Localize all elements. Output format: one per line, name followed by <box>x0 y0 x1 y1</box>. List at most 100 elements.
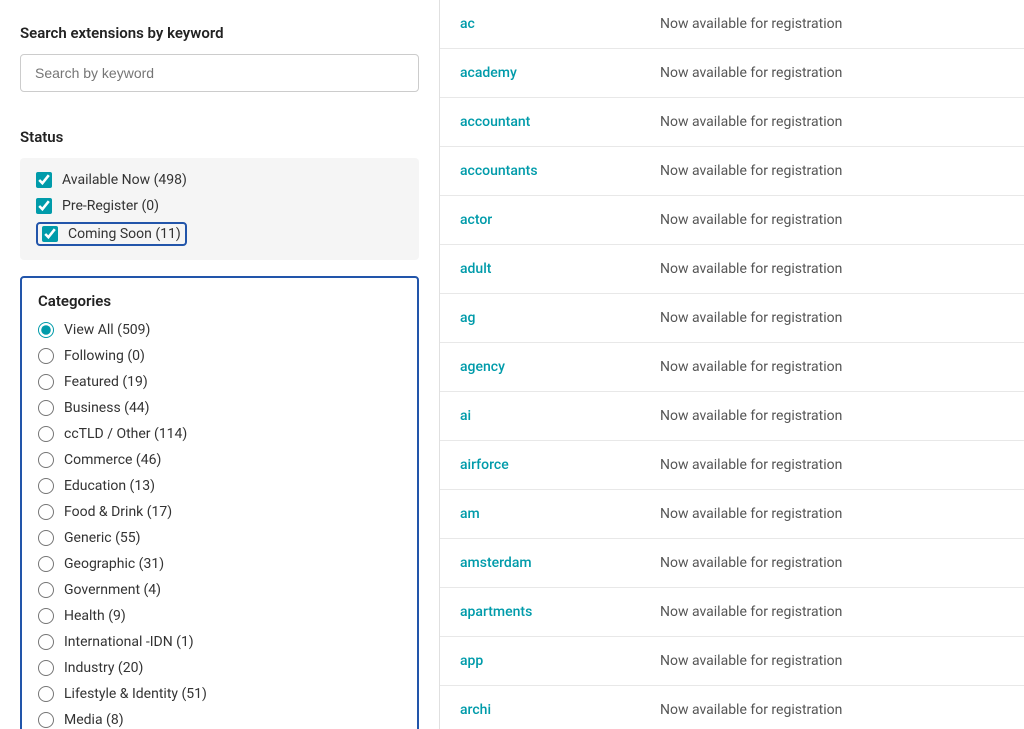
domain-status: Now available for registration <box>660 702 842 718</box>
radio-generic[interactable]: Generic (55) <box>38 530 401 546</box>
checkbox-available-now-input[interactable] <box>36 172 52 188</box>
radio-commerce-input[interactable] <box>38 452 54 468</box>
checkbox-available-now-label: Available Now (498) <box>62 172 187 188</box>
domain-link[interactable]: airforce <box>460 457 509 473</box>
table-row: airforce Now available for registration <box>440 441 1024 490</box>
radio-business-input[interactable] <box>38 400 54 416</box>
radio-view-all[interactable]: View All (509) <box>38 322 401 338</box>
domain-status: Now available for registration <box>660 16 842 32</box>
domain-link[interactable]: ag <box>460 310 475 326</box>
domain-status: Now available for registration <box>660 359 842 375</box>
domain-status: Now available for registration <box>660 261 842 277</box>
table-row: agency Now available for registration <box>440 343 1024 392</box>
checkbox-coming-soon-label: Coming Soon (11) <box>68 226 181 242</box>
domain-link[interactable]: actor <box>460 212 492 228</box>
domain-link[interactable]: ac <box>460 16 475 32</box>
table-row: amsterdam Now available for registration <box>440 539 1024 588</box>
radio-food-drink-input[interactable] <box>38 504 54 520</box>
domain-link[interactable]: academy <box>460 65 517 81</box>
radio-featured-label: Featured (19) <box>64 374 148 390</box>
domain-link[interactable]: adult <box>460 261 491 277</box>
domain-status: Now available for registration <box>660 408 842 424</box>
radio-commerce-label: Commerce (46) <box>64 452 161 468</box>
radio-food-drink[interactable]: Food & Drink (17) <box>38 504 401 520</box>
search-input[interactable] <box>20 54 419 92</box>
checkbox-coming-soon[interactable]: Coming Soon (11) <box>36 224 403 246</box>
domain-status: Now available for registration <box>660 65 842 81</box>
domain-link[interactable]: app <box>460 653 483 669</box>
table-row: app Now available for registration <box>440 637 1024 686</box>
radio-view-all-input[interactable] <box>38 322 54 338</box>
radio-government[interactable]: Government (4) <box>38 582 401 598</box>
domain-status: Now available for registration <box>660 653 842 669</box>
radio-geographic[interactable]: Geographic (31) <box>38 556 401 572</box>
radio-health[interactable]: Health (9) <box>38 608 401 624</box>
table-row: accountants Now available for registrati… <box>440 147 1024 196</box>
right-panel: ac Now available for registration academ… <box>440 0 1024 729</box>
domain-table: ac Now available for registration academ… <box>440 0 1024 729</box>
categories-section: Categories View All (509) Following (0) … <box>20 276 419 729</box>
radio-health-input[interactable] <box>38 608 54 624</box>
search-section: Search extensions by keyword <box>20 24 419 112</box>
radio-government-label: Government (4) <box>64 582 161 598</box>
domain-status: Now available for registration <box>660 604 842 620</box>
search-section-title: Search extensions by keyword <box>20 24 419 42</box>
radio-international[interactable]: International -IDN (1) <box>38 634 401 650</box>
table-row: ac Now available for registration <box>440 0 1024 49</box>
radio-media[interactable]: Media (8) <box>38 712 401 728</box>
radio-featured[interactable]: Featured (19) <box>38 374 401 390</box>
domain-status: Now available for registration <box>660 506 842 522</box>
domain-status: Now available for registration <box>660 212 842 228</box>
checkbox-available-now[interactable]: Available Now (498) <box>36 172 403 188</box>
radio-cctld[interactable]: ccTLD / Other (114) <box>38 426 401 442</box>
domain-link[interactable]: agency <box>460 359 505 375</box>
radio-featured-input[interactable] <box>38 374 54 390</box>
radio-following[interactable]: Following (0) <box>38 348 401 364</box>
domain-link[interactable]: ai <box>460 408 471 424</box>
domain-link[interactable]: accountant <box>460 114 530 130</box>
coming-soon-wrapper: Coming Soon (11) <box>36 222 187 246</box>
status-section-title: Status <box>20 128 419 146</box>
checkbox-pre-register-input[interactable] <box>36 198 52 214</box>
radio-government-input[interactable] <box>38 582 54 598</box>
domain-link[interactable]: am <box>460 506 480 522</box>
radio-education-input[interactable] <box>38 478 54 494</box>
radio-education[interactable]: Education (13) <box>38 478 401 494</box>
radio-media-label: Media (8) <box>64 712 124 728</box>
radio-lifestyle[interactable]: Lifestyle & Identity (51) <box>38 686 401 702</box>
checkbox-coming-soon-input[interactable] <box>42 226 58 242</box>
status-section: Status Available Now (498) Pre-Register … <box>20 128 419 260</box>
radio-cctld-input[interactable] <box>38 426 54 442</box>
radio-industry-input[interactable] <box>38 660 54 676</box>
radio-education-label: Education (13) <box>64 478 155 494</box>
domain-link[interactable]: apartments <box>460 604 532 620</box>
table-row: am Now available for registration <box>440 490 1024 539</box>
radio-media-input[interactable] <box>38 712 54 728</box>
radio-commerce[interactable]: Commerce (46) <box>38 452 401 468</box>
radio-following-label: Following (0) <box>64 348 145 364</box>
radio-following-input[interactable] <box>38 348 54 364</box>
checkbox-pre-register[interactable]: Pre-Register (0) <box>36 198 403 214</box>
radio-view-all-label: View All (509) <box>64 322 150 338</box>
radio-lifestyle-input[interactable] <box>38 686 54 702</box>
radio-international-input[interactable] <box>38 634 54 650</box>
domain-status: Now available for registration <box>660 163 842 179</box>
radio-cctld-label: ccTLD / Other (114) <box>64 426 187 442</box>
table-row: ag Now available for registration <box>440 294 1024 343</box>
radio-generic-input[interactable] <box>38 530 54 546</box>
radio-industry[interactable]: Industry (20) <box>38 660 401 676</box>
categories-title: Categories <box>38 292 401 310</box>
domain-status: Now available for registration <box>660 114 842 130</box>
radio-generic-label: Generic (55) <box>64 530 140 546</box>
table-row: archi Now available for registration <box>440 686 1024 729</box>
radio-geographic-label: Geographic (31) <box>64 556 164 572</box>
domain-link[interactable]: accountants <box>460 163 538 179</box>
radio-business[interactable]: Business (44) <box>38 400 401 416</box>
radio-lifestyle-label: Lifestyle & Identity (51) <box>64 686 207 702</box>
domain-link[interactable]: amsterdam <box>460 555 532 571</box>
radio-geographic-input[interactable] <box>38 556 54 572</box>
table-row: academy Now available for registration <box>440 49 1024 98</box>
domain-link[interactable]: archi <box>460 702 491 718</box>
domain-status: Now available for registration <box>660 310 842 326</box>
table-row: adult Now available for registration <box>440 245 1024 294</box>
